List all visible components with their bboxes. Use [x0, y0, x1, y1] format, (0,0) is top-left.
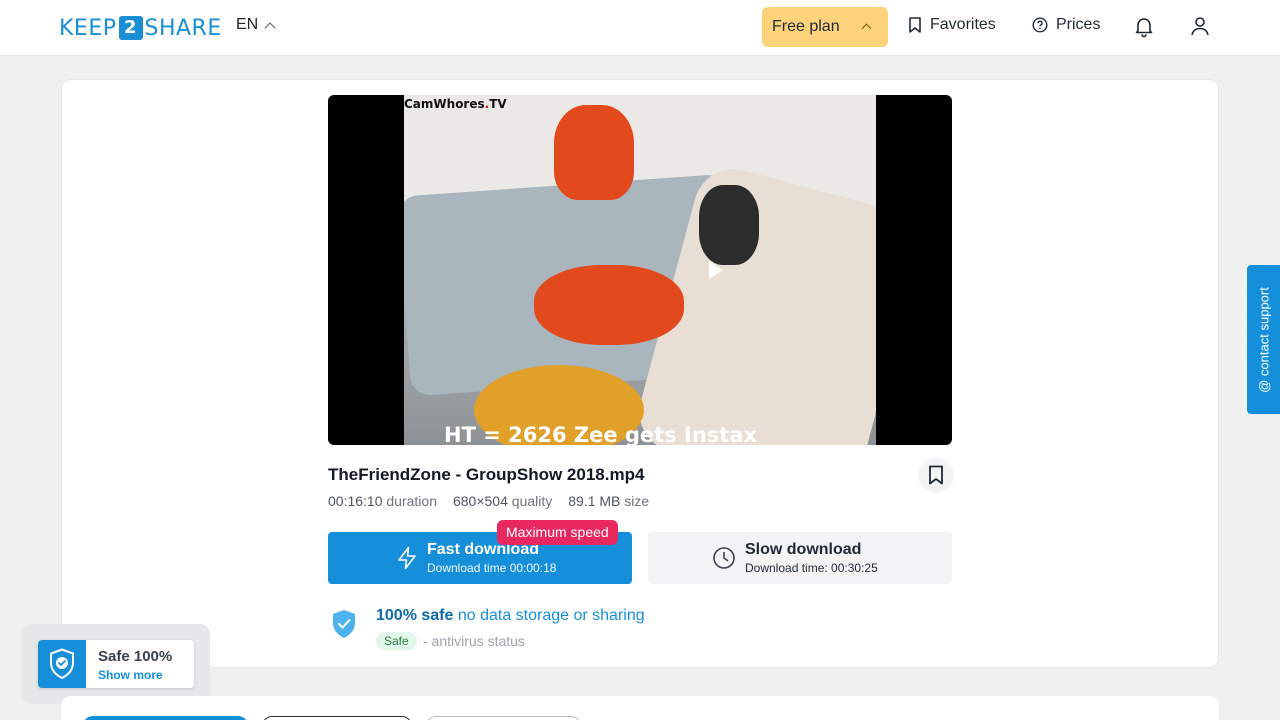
slow-download-button[interactable]: Slow download Download time: 00:30:25	[648, 532, 952, 584]
file-meta: 00:16:10 duration 680×504 quality 89.1 M…	[328, 493, 649, 509]
video-watermark: CamWhores.TV	[404, 97, 507, 111]
video-caption: HT = 2626 Zee gets Instax	[444, 423, 758, 445]
tab-pill-1[interactable]	[83, 716, 248, 720]
safe-widget-title: Safe 100%	[98, 648, 173, 665]
prices-label: Prices	[1056, 16, 1101, 33]
lightning-icon	[398, 546, 416, 570]
help-circle-icon	[1032, 17, 1048, 33]
file-name: TheFriendZone - GroupShow 2018.mp4	[328, 465, 645, 484]
plan-label: Free plan	[772, 18, 840, 35]
favorites-label: Favorites	[930, 16, 996, 33]
prices-link[interactable]: Prices	[1032, 16, 1100, 34]
favorites-link[interactable]: Favorites	[908, 16, 996, 34]
play-icon[interactable]	[709, 261, 723, 279]
add-favorite-button[interactable]	[918, 457, 954, 493]
show-more-link[interactable]: Show more	[98, 668, 163, 682]
bookmark-icon	[929, 465, 943, 485]
fast-download-time: Download time 00:00:18	[427, 561, 557, 575]
contact-support-label: @ contact support	[1256, 286, 1271, 393]
antivirus-status-badge: Safe	[376, 632, 417, 650]
user-icon[interactable]	[1188, 14, 1212, 38]
logo-text-right: SHARE	[144, 15, 222, 41]
language-label: EN	[236, 16, 259, 33]
language-selector[interactable]: EN	[236, 16, 276, 34]
clock-icon	[713, 547, 735, 569]
chevron-up-icon	[264, 21, 276, 34]
bookmark-icon	[909, 17, 921, 33]
shield-check-icon	[38, 640, 86, 688]
logo-text-mid: 2	[118, 16, 143, 40]
max-speed-badge: Maximum speed	[497, 520, 618, 545]
top-header: KEEP 2 SHARE EN Free plan Favorites Pric…	[0, 0, 1280, 56]
safe-widget-card[interactable]: Safe 100% Show more	[38, 640, 194, 688]
shield-check-icon	[333, 610, 355, 638]
size-value: 89.1 MB	[568, 493, 621, 509]
slow-download-title: Slow download	[745, 541, 862, 558]
size-label: size	[624, 493, 650, 509]
tab-pill-2[interactable]	[262, 716, 412, 720]
video-player[interactable]: CamWhores.TV HT = 2626 Zee gets Instax	[328, 95, 952, 445]
duration-label: duration	[386, 493, 437, 509]
bell-icon[interactable]	[1132, 14, 1156, 38]
chevron-up-icon	[861, 23, 872, 34]
free-plan-button[interactable]: Free plan	[762, 7, 888, 47]
slow-download-time: Download time: 00:30:25	[745, 561, 878, 575]
logo-text-left: KEEP	[59, 15, 117, 41]
keep2share-logo[interactable]: KEEP 2 SHARE	[59, 14, 222, 42]
quality-value: 680×504	[452, 493, 508, 509]
tab-pill-3[interactable]	[426, 716, 581, 720]
contact-support-tab[interactable]: @ contact support	[1247, 265, 1280, 414]
quality-label: quality	[511, 493, 553, 509]
video-frame: CamWhores.TV HT = 2626 Zee gets Instax	[404, 95, 876, 445]
duration-value: 00:16:10	[328, 493, 383, 509]
safety-statement: 100% safe no data storage or sharing	[376, 607, 645, 624]
safe-widget: Safe 100% Show more	[22, 624, 210, 704]
antivirus-label: - antivirus status	[423, 633, 525, 649]
